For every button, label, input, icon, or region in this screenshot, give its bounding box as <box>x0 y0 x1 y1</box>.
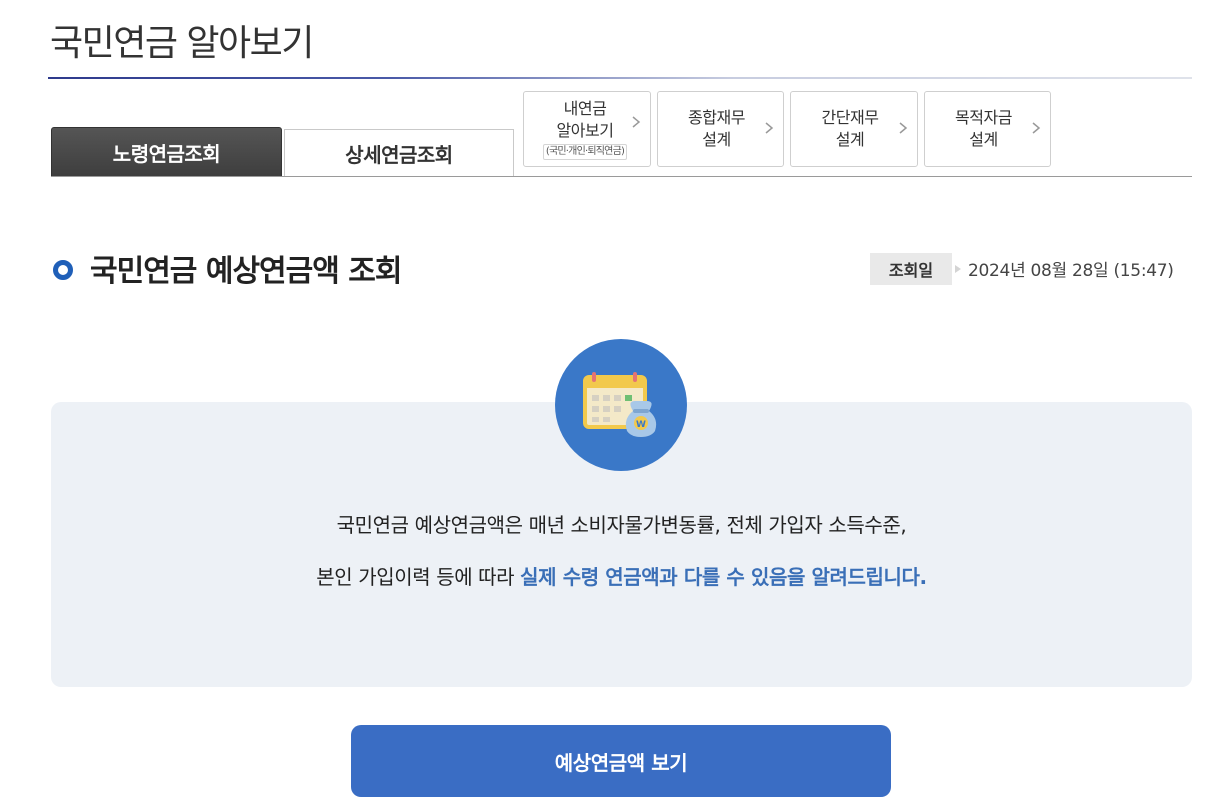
quick-link-label: 간단재무 <box>821 108 879 127</box>
tabs-divider <box>51 176 1192 177</box>
chevron-right-icon <box>632 116 641 128</box>
info-text-prefix: 본인 가입이력 등에 따라 <box>316 565 521 589</box>
info-text-line2: 본인 가입이력 등에 따라 실제 수령 연금액과 다를 수 있음을 알려드립니다… <box>51 561 1192 590</box>
quick-link-label: 설계 <box>702 130 731 149</box>
tab-label: 상세연금조회 <box>345 143 453 167</box>
tab-old-age-pension[interactable]: 노령연금조회 <box>51 127 282 177</box>
quick-link-label: 설계 <box>835 130 865 149</box>
quick-link-label: 알아보기 <box>556 121 614 140</box>
info-text-line1: 국민연금 예상연금액은 매년 소비자물가변동률, 전체 가입자 소득수준, <box>336 513 907 537</box>
circle-bullet-icon <box>53 260 73 280</box>
tab-label: 노령연금조회 <box>112 141 221 166</box>
inquiry-date-value: 2024년 08월 28일 (15:47) <box>968 261 1174 281</box>
quick-link-label: 내연금 <box>563 99 607 118</box>
quick-link-comprehensive-finance[interactable]: 종합재무 설계 <box>657 91 784 167</box>
quick-link-sublabel: (국민·개인·퇴직연금) <box>542 144 628 160</box>
quick-link-my-pension[interactable]: 내연금 알아보기 (국민·개인·퇴직연금) <box>523 91 651 167</box>
chevron-right-icon <box>899 122 908 134</box>
tab-detail-pension[interactable]: 상세연금조회 <box>284 129 514 177</box>
info-text-highlight: 실제 수령 연금액과 다를 수 있음을 알려드립니다. <box>520 565 927 589</box>
section-title: 국민연금 예상연금액 조회 <box>90 254 402 289</box>
header-divider <box>48 77 1192 79</box>
calendar-money-icon: W <box>555 339 687 471</box>
chevron-right-icon <box>1032 122 1041 134</box>
quick-link-label: 설계 <box>969 130 998 149</box>
quick-link-label: 종합재무 <box>688 108 745 127</box>
inquiry-date-label: 조회일 <box>870 253 952 285</box>
quick-link-simple-finance[interactable]: 간단재무 설계 <box>790 91 918 167</box>
triangle-right-icon <box>955 265 961 273</box>
view-expected-pension-button[interactable]: 예상연금액 보기 <box>351 725 891 797</box>
quick-link-label: 목적자금 <box>955 108 1012 127</box>
svg-text:W: W <box>636 420 646 430</box>
chevron-right-icon <box>765 122 774 134</box>
page: 국민연금 알아보기 노령연금조회 상세연금조회 내연금 알아보기 (국민·개인·… <box>0 0 1226 812</box>
page-title: 국민연금 알아보기 <box>50 23 314 64</box>
quick-link-purpose-fund[interactable]: 목적자금 설계 <box>924 91 1051 167</box>
